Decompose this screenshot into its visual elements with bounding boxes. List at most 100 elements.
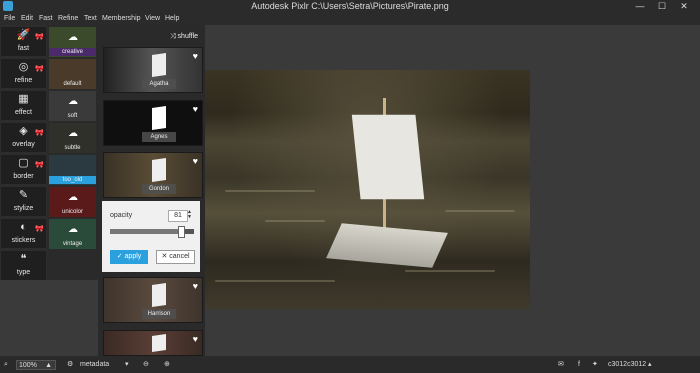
redo-icon[interactable]: ⊕ (164, 356, 170, 373)
facebook-icon[interactable]: f (578, 356, 580, 373)
menu-edit[interactable]: Edit (21, 12, 33, 25)
bow-icon[interactable]: 🎀 (35, 225, 44, 233)
cloud-download-icon: ☁ (68, 128, 78, 139)
maximize-button[interactable]: ☐ (652, 0, 672, 12)
bow-icon[interactable]: 🎀 (35, 33, 44, 41)
quote-icon: ❝ (20, 253, 27, 265)
film-icon: ▦ (18, 93, 29, 105)
tool-effect-label: effect (15, 109, 32, 116)
cloud-download-icon: ☁ (68, 224, 78, 235)
title-bar: Autodesk Pixlr C:\Users\Setra\Pictures\P… (0, 0, 700, 12)
category-label: unicolor (61, 209, 83, 215)
effect-label: Harrison (142, 309, 176, 319)
heart-icon[interactable]: ♥ (193, 156, 198, 166)
effect-label: Gordon (142, 184, 176, 194)
effect-harrison[interactable]: ♥ Harrison (103, 277, 203, 323)
undo-icon[interactable]: ⊖ (143, 356, 149, 373)
opacity-popup: opacity 81 ▲ ▼ ✓ apply ✕ cancel (102, 201, 200, 272)
cancel-button[interactable]: ✕ cancel (156, 250, 195, 264)
tool-stickers[interactable]: ◐ 🎀 stickers (1, 219, 46, 248)
opacity-slider-handle[interactable] (178, 226, 186, 238)
category-too-old[interactable]: too_old (49, 155, 96, 185)
tool-stickers-label: stickers (11, 237, 36, 244)
category-vintage[interactable]: ☁ vintage (49, 219, 96, 249)
tool-border-label: border (13, 173, 34, 180)
tool-refine[interactable]: ◎ 🎀 refine (1, 59, 46, 88)
tool-refine-label: refine (14, 77, 33, 84)
category-default[interactable]: default (49, 59, 96, 89)
menu-help[interactable]: Help (165, 12, 179, 25)
category-label: vintage (62, 241, 83, 247)
tool-fast[interactable]: 🚀 🎀 fast (1, 27, 46, 56)
zoom-select[interactable]: 100% ▲ (16, 360, 56, 370)
tool-overlay[interactable]: ◈ 🎀 overlay (1, 123, 46, 152)
bow-icon[interactable]: 🎀 (35, 161, 44, 169)
chevron-up-icon[interactable]: ▴ (648, 356, 652, 373)
category-creative[interactable]: ☁ creative (49, 27, 96, 57)
heart-icon[interactable]: ♥ (193, 104, 198, 114)
water-ripple (405, 270, 495, 272)
tool-effect[interactable]: ▦ effect (1, 91, 46, 120)
apply-button[interactable]: ✓ apply (110, 250, 148, 264)
effect-preview (152, 106, 166, 130)
opacity-slider[interactable] (110, 226, 194, 238)
heart-icon[interactable]: ♥ (193, 281, 198, 291)
category-unicolor[interactable]: ☁ unicolor (49, 187, 96, 217)
boat-hull (326, 223, 448, 268)
menu-fast[interactable]: Fast (39, 12, 53, 25)
opacity-stepper[interactable]: ▲ ▼ (187, 210, 195, 221)
status-bar: ⌕ 100% ▲ ⚙ metadata ▾ ⊖ ⊕ ✉ f ✦ c3012c301… (0, 356, 700, 373)
tool-stylize[interactable]: ✎ stylize (1, 187, 46, 216)
caret-down-icon[interactable]: ▾ (125, 356, 129, 373)
category-label: subtle (64, 145, 81, 151)
twitter-icon[interactable]: ✦ (592, 356, 598, 373)
category-label: too_old (49, 176, 96, 184)
water-ripple (225, 190, 315, 192)
menu-membership[interactable]: Membership (102, 12, 141, 25)
photo-canvas[interactable] (205, 70, 530, 309)
username[interactable]: c3012c3012 (608, 356, 646, 373)
effect-next[interactable]: ♥ (103, 330, 203, 356)
menu-refine[interactable]: Refine (58, 12, 78, 25)
effect-preview (152, 158, 166, 182)
brush-icon: ✎ (18, 189, 29, 201)
heart-icon[interactable]: ♥ (193, 334, 198, 344)
bow-icon[interactable]: 🎀 (35, 129, 44, 137)
tool-stylize-label: stylize (13, 205, 34, 212)
window-title: Autodesk Pixlr C:\Users\Setra\Pictures\P… (251, 1, 449, 11)
opacity-value-field[interactable]: 81 (168, 210, 188, 222)
water-ripple (265, 220, 325, 222)
opacity-slider-fill (110, 229, 179, 234)
category-subtle[interactable]: ☁ subtle (49, 123, 96, 153)
tool-panel: 🚀 🎀 fast ◎ 🎀 refine ▦ effect ◈ 🎀 overlay… (0, 25, 47, 280)
metadata-button[interactable]: metadata (80, 356, 109, 373)
zoom-value: 100% (19, 362, 37, 369)
close-button[interactable]: ✕ (674, 0, 694, 12)
shuffle-button[interactable]: ⤨ shuffle (170, 31, 204, 43)
effect-gordon[interactable]: ♥ Gordon (103, 152, 203, 198)
bow-icon[interactable]: 🎀 (35, 65, 44, 73)
boat-sail (351, 114, 425, 200)
tool-type-label: type (16, 269, 31, 276)
menu-file[interactable]: File (4, 12, 15, 25)
tool-border[interactable]: ▢ 🎀 border (1, 155, 46, 184)
menu-view[interactable]: View (145, 12, 160, 25)
category-soft[interactable]: ☁ soft (49, 91, 96, 121)
cloud-download-icon: ☁ (68, 32, 78, 43)
mail-icon[interactable]: ✉ (558, 356, 564, 373)
category-label: default (63, 81, 82, 87)
heart-icon[interactable]: ♥ (193, 51, 198, 61)
check-icon: ✓ (116, 253, 125, 260)
minimize-button[interactable]: — (630, 0, 650, 12)
effect-preview (152, 53, 166, 77)
shuffle-label: shuffle (177, 33, 199, 40)
metadata-icon: ⚙ (67, 361, 74, 368)
effect-agnes[interactable]: ♥ Agnes (103, 100, 203, 146)
tool-type[interactable]: ❝ type (1, 251, 46, 280)
effect-label: Agnes (142, 132, 176, 142)
effect-agatha[interactable]: ♥ Agatha (103, 47, 203, 93)
menu-text[interactable]: Text (84, 12, 97, 25)
shuffle-icon: ⤨ (170, 33, 178, 40)
effect-preview (152, 283, 166, 307)
category-list: ☁ creative default ☁ soft ☁ subtle too_o… (47, 25, 98, 280)
